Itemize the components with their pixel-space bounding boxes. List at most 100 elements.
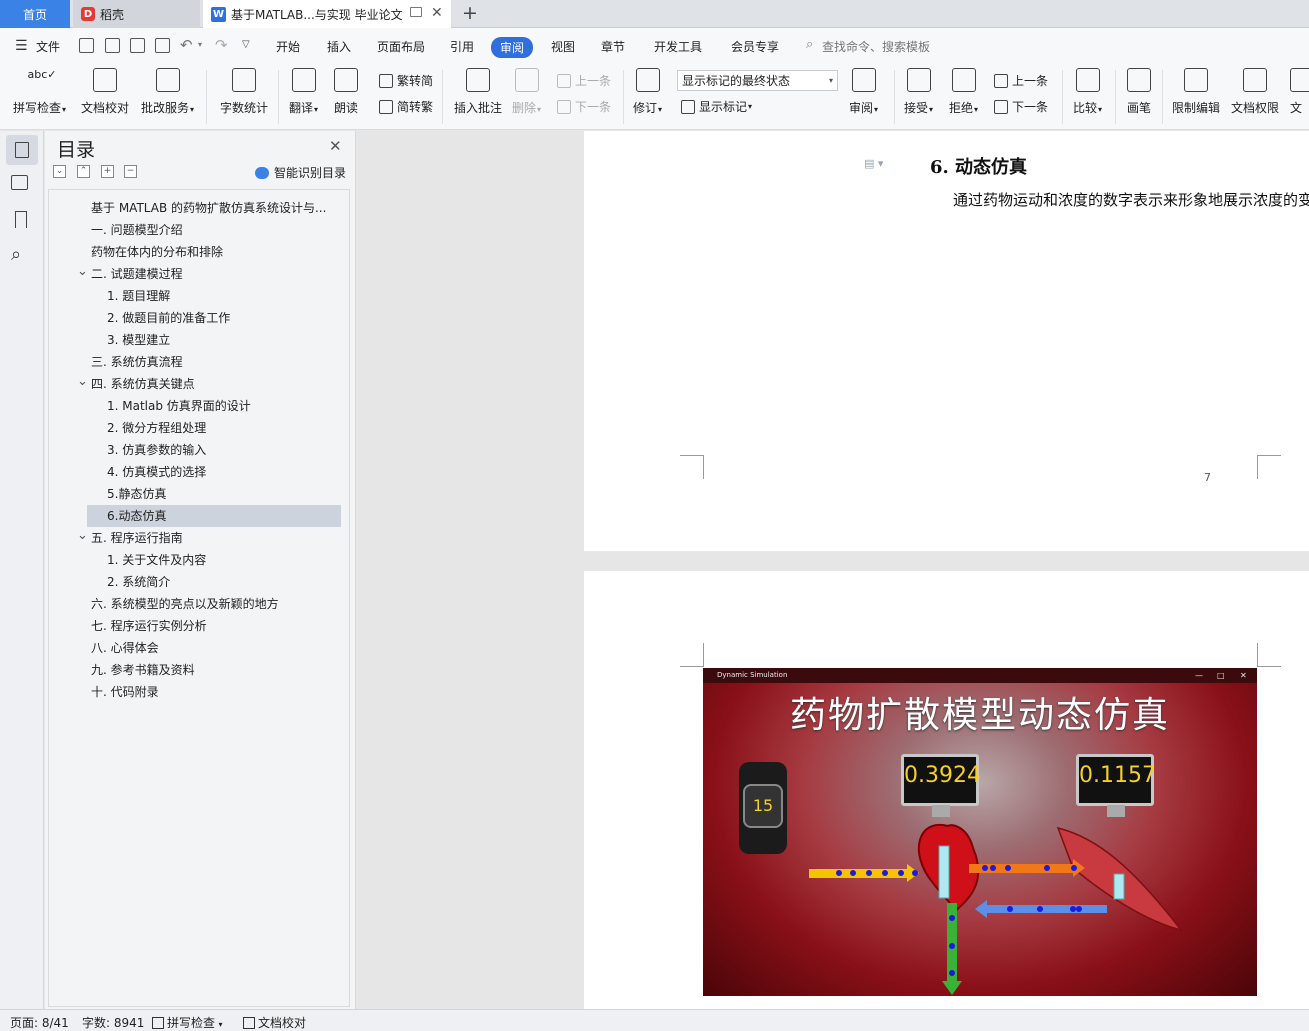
toc-item[interactable]: ⌄ 五. 程序运行指南	[49, 527, 349, 549]
proofread-status[interactable]: 文档校对	[243, 1014, 306, 1031]
close-icon[interactable]: ✕	[329, 137, 342, 155]
trad-to-simp-button[interactable]: 繁转简	[379, 72, 433, 89]
toc-item[interactable]: 3. 模型建立	[49, 329, 349, 351]
hamburger-icon[interactable]: ☰	[15, 38, 28, 54]
compare-button[interactable]: 比较▾	[1073, 68, 1102, 116]
add-item-icon[interactable]: +	[101, 165, 114, 178]
show-markup-button[interactable]: 显示标记 ▾	[681, 98, 752, 115]
toc-item[interactable]: 十. 代码附录	[49, 681, 349, 703]
toc-item-label: 八. 心得体会	[91, 641, 159, 655]
menu-start[interactable]: 开始	[276, 38, 300, 55]
simp-to-trad-button[interactable]: 简转繁	[379, 98, 433, 115]
toc-item[interactable]: 六. 系统模型的亮点以及新颖的地方	[49, 593, 349, 615]
prev-comment-icon	[557, 73, 571, 88]
screen-icon[interactable]	[410, 7, 422, 17]
proofread-status-icon	[243, 1017, 255, 1029]
translate-icon	[291, 68, 316, 92]
insert-comment-button[interactable]: 插入批注	[454, 68, 502, 116]
prev-comment-button[interactable]: 上一条	[557, 72, 611, 89]
batch-service-button[interactable]: 批改服务▾	[141, 68, 194, 116]
toc-item[interactable]: 1. Matlab 仿真界面的设计	[49, 395, 349, 417]
export-pdf-icon[interactable]	[105, 38, 120, 53]
chevron-down-icon[interactable]: ⌄	[77, 261, 88, 283]
chapter-nav-icon[interactable]	[11, 175, 28, 190]
toc-item[interactable]: ⌄ 四. 系统仿真关键点	[49, 373, 349, 395]
print-preview-icon[interactable]	[155, 38, 170, 53]
crop-mark	[1257, 455, 1281, 479]
toc-item[interactable]: ⌄ 二. 试题建模过程	[49, 263, 349, 285]
page-indicator[interactable]: 页面: 8/41	[10, 1014, 69, 1031]
remove-item-icon[interactable]: −	[124, 165, 137, 178]
toc-item[interactable]: 药物在体内的分布和排除	[49, 241, 349, 263]
toc-item[interactable]: 4. 仿真模式的选择	[49, 461, 349, 483]
track-changes-button[interactable]: 修订▾	[633, 68, 662, 116]
toc-item[interactable]: 2. 微分方程组处理	[49, 417, 349, 439]
undo-dropdown-icon[interactable]: ▾	[198, 40, 202, 49]
redo-icon[interactable]: ↷	[215, 36, 228, 54]
doc-permission-button[interactable]: 文档权限	[1231, 68, 1279, 116]
save-icon[interactable]	[79, 38, 94, 53]
expand-all-icon[interactable]: ⌄	[53, 165, 66, 178]
next-change-button[interactable]: 下一条	[994, 98, 1048, 115]
toc-item[interactable]: 2. 系统简介	[49, 571, 349, 593]
toc-item[interactable]: 1. 题目理解	[49, 285, 349, 307]
restrict-editing-button[interactable]: 限制编辑	[1172, 68, 1220, 116]
chevron-down-icon[interactable]: ⌄	[77, 371, 88, 393]
proofread-status-label: 文档校对	[258, 1016, 307, 1030]
print-icon[interactable]	[130, 38, 145, 53]
accept-button[interactable]: 接受▾	[904, 68, 933, 116]
review-pane-button[interactable]: 审阅▾	[849, 68, 878, 116]
spell-check-status[interactable]: 拼写检查 ▾	[152, 1014, 223, 1031]
customize-icon[interactable]: ▽	[242, 39, 250, 50]
menu-developer[interactable]: 开发工具	[654, 38, 702, 55]
doc-more-button[interactable]: 文	[1290, 68, 1309, 116]
undo-icon[interactable]: ↶	[180, 36, 193, 54]
menu-insert[interactable]: 插入	[327, 38, 351, 55]
toc-item[interactable]: 1. 关于文件及内容	[49, 549, 349, 571]
command-search[interactable]: 查找命令、搜索模板	[822, 38, 930, 55]
toc-item[interactable]: 2. 做题目前的准备工作	[49, 307, 349, 329]
proofread-button[interactable]: 文档校对	[81, 68, 129, 116]
delete-comment-button[interactable]: 删除▾	[512, 68, 541, 116]
toc-nav-button[interactable]	[6, 135, 38, 165]
toc-item[interactable]: 5.静态仿真	[49, 483, 349, 505]
paragraph-menu-icon[interactable]: ▤ ▾	[864, 157, 883, 170]
search-icon[interactable]: ⌕	[11, 244, 31, 265]
menu-section[interactable]: 章节	[601, 38, 625, 55]
word-count-button[interactable]: 字数统计	[220, 68, 268, 116]
chevron-down-icon[interactable]: ⌄	[77, 525, 88, 547]
toc-item[interactable]: 3. 仿真参数的输入	[49, 439, 349, 461]
toc-item[interactable]: 一. 问题模型介绍	[49, 219, 349, 241]
menu-references[interactable]: 引用	[450, 38, 474, 55]
tab-document[interactable]: W 基于MATLAB...与实现 毕业论文 ✕	[203, 0, 451, 28]
markup-state-select[interactable]: 显示标记的最终状态 ▾	[677, 70, 838, 91]
prev-change-button[interactable]: 上一条	[994, 72, 1048, 89]
reject-button[interactable]: 拒绝▾	[949, 68, 978, 116]
menu-view[interactable]: 视图	[551, 38, 575, 55]
toc-item[interactable]: 基于 MATLAB 的药物扩散仿真系统设计与...	[49, 197, 349, 219]
read-aloud-button[interactable]: 朗读	[334, 68, 358, 116]
spell-check-button[interactable]: abc✓ 拼写检查▾	[13, 68, 66, 116]
new-tab-button[interactable]: +	[462, 2, 478, 24]
bookmark-icon[interactable]	[15, 211, 27, 228]
accept-icon	[906, 68, 931, 92]
word-count-indicator[interactable]: 字数: 8941	[82, 1014, 144, 1031]
tab-daoke[interactable]: D 稻壳	[73, 0, 200, 28]
toc-item[interactable]: 七. 程序运行实例分析	[49, 615, 349, 637]
tab-home[interactable]: 首页	[0, 0, 70, 28]
menu-page-layout[interactable]: 页面布局	[377, 38, 425, 55]
smart-toc-button[interactable]: 智能识别目录	[255, 164, 346, 181]
translate-button[interactable]: 翻译▾	[289, 68, 318, 116]
toc-item-label: 三. 系统仿真流程	[91, 355, 183, 369]
toc-item[interactable]: 6.动态仿真	[87, 505, 341, 527]
menu-review[interactable]: 审阅	[491, 37, 534, 58]
close-tab-icon[interactable]: ✕	[431, 5, 443, 21]
file-menu[interactable]: 文件	[36, 38, 60, 55]
next-comment-button[interactable]: 下一条	[557, 98, 611, 115]
toc-item[interactable]: 三. 系统仿真流程	[49, 351, 349, 373]
menu-member[interactable]: 会员专享	[731, 38, 779, 55]
toc-item[interactable]: 九. 参考书籍及资料	[49, 659, 349, 681]
toc-item[interactable]: 八. 心得体会	[49, 637, 349, 659]
collapse-all-icon[interactable]: ⌃	[77, 165, 90, 178]
pen-button[interactable]: 画笔	[1127, 68, 1151, 116]
